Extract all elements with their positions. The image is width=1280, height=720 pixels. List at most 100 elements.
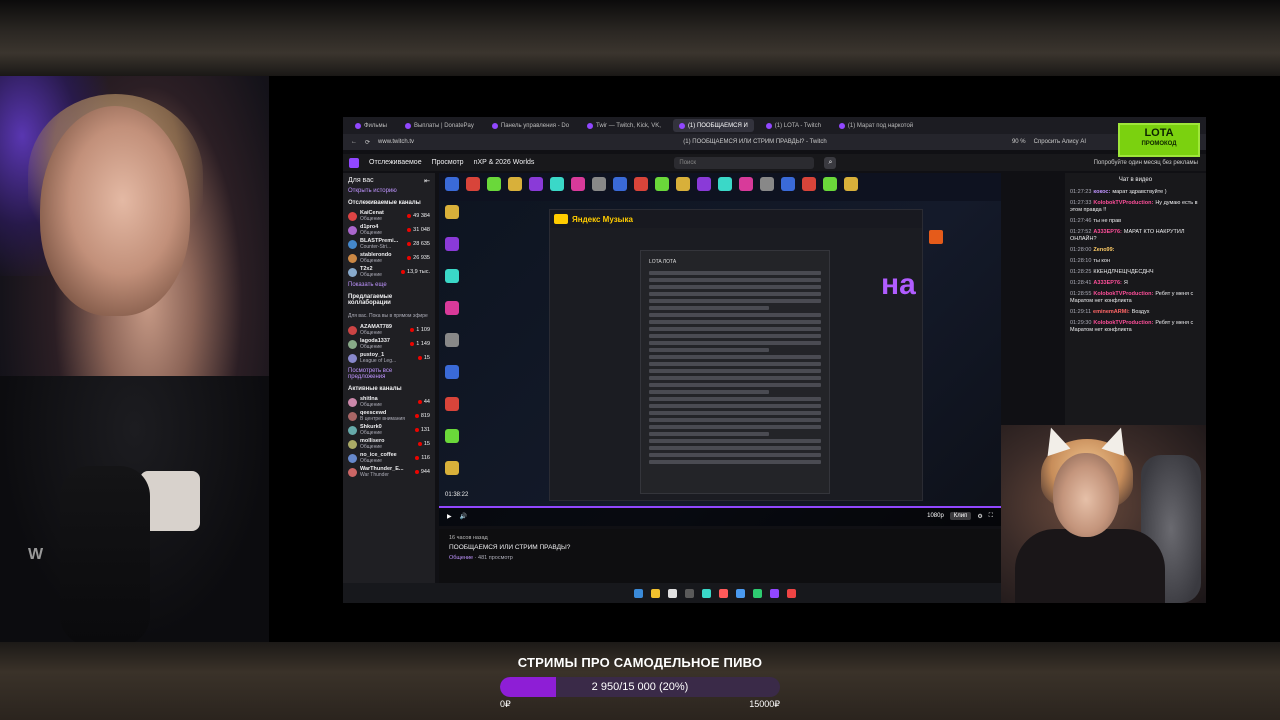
reload-icon[interactable]: ⟳ (365, 139, 370, 146)
desktop-app-icon[interactable] (697, 177, 711, 191)
browser-tab[interactable]: (1) Марат под наркотой (833, 119, 919, 132)
browser-tab[interactable]: Выплаты | DonatePay (399, 119, 480, 132)
desktop-app-icon[interactable] (445, 365, 459, 379)
video-player[interactable]: Яндекс Музыка LOTA ЛОТА на 01:38:22 ▶ 🔊 … (439, 173, 1001, 526)
browser-tab[interactable]: Фильмы (349, 119, 393, 132)
volume-icon[interactable]: 🔊 (460, 513, 467, 520)
yandex-music-icon (554, 214, 568, 224)
settings-icon[interactable]: ⚙ (977, 513, 982, 520)
desktop-app-icon[interactable] (550, 177, 564, 191)
zoom-level[interactable]: 90 % (1012, 139, 1026, 145)
desktop-app-icon[interactable] (445, 461, 459, 475)
ask-alice-button[interactable]: Спросить Алису AI (1034, 139, 1086, 145)
taskbar-app-icon[interactable] (786, 588, 796, 598)
chat-username[interactable]: кокос: (1093, 189, 1110, 195)
desktop-app-icon[interactable] (802, 177, 816, 191)
desktop-app-icon[interactable] (529, 177, 543, 191)
browser-tab[interactable]: (1) ПООБЩАЕМСЯ И (672, 119, 754, 132)
taskbar-app-icon[interactable] (752, 588, 762, 598)
sidebar-channel[interactable]: pustoy_1 League of Leg... 15 (348, 351, 430, 365)
quality-badge[interactable]: 1080p (927, 513, 944, 519)
chat-username[interactable]: Zeno99: (1093, 247, 1114, 253)
prime-offer[interactable]: Попробуйте один месяц без рекламы (1094, 160, 1206, 166)
sidebar-channel[interactable]: lagoda1337 Общение 1 149 (348, 337, 430, 351)
sidebar-channel[interactable]: mollisero Общение 15 (348, 437, 430, 451)
desktop-app-icon[interactable] (445, 205, 459, 219)
sidebar-channel[interactable]: d1pro4 Общение 31 048 (348, 223, 430, 237)
desktop-app-icon[interactable] (655, 177, 669, 191)
desktop-app-icon[interactable] (844, 177, 858, 191)
desktop-app-icon[interactable] (445, 269, 459, 283)
url-field[interactable]: www.twitch.tv (378, 139, 498, 145)
browser-tab[interactable]: Twir — Twitch, Kick, VK, (581, 119, 667, 132)
taskbar-app-icon[interactable] (684, 588, 694, 598)
desktop-app-icon[interactable] (634, 177, 648, 191)
taskbar-app-icon[interactable] (650, 588, 660, 598)
desktop-app-icon[interactable] (613, 177, 627, 191)
video-progress-bar[interactable] (439, 506, 1001, 508)
fullscreen-icon[interactable]: ⛶ (989, 513, 993, 520)
taskbar-app-icon[interactable] (633, 588, 643, 598)
sidebar-channel[interactable]: BLASTPremi... Counter-Stri... 28 635 (348, 237, 430, 251)
taskbar-app-icon[interactable] (769, 588, 779, 598)
desktop-app-icon[interactable] (445, 177, 459, 191)
desktop-app-icon[interactable] (445, 397, 459, 411)
nav-following[interactable]: Отслеживаемое (369, 159, 422, 166)
view-count: 481 просмотр (478, 555, 513, 561)
desktop-app-icon[interactable] (739, 177, 753, 191)
play-icon[interactable]: ▶ (447, 513, 452, 520)
desktop-app-icon[interactable] (781, 177, 795, 191)
desktop-app-icon[interactable] (445, 301, 459, 315)
desktop-app-icon[interactable] (592, 177, 606, 191)
taskbar-app-icon[interactable] (735, 588, 745, 598)
open-history-link[interactable]: Открыть историю (348, 188, 430, 194)
chat-timestamp: 01:28:41 (1070, 280, 1092, 286)
nav-browse[interactable]: Просмотр (432, 159, 464, 166)
sidebar-channel[interactable]: KaiCenat Общение 49 384 (348, 209, 430, 223)
nav-event[interactable]: nXP & 2026 Worlds (474, 159, 535, 166)
back-icon[interactable]: ← (351, 139, 357, 145)
sidebar-channel[interactable]: shitlna Общение 44 (348, 395, 430, 409)
sidebar-channel[interactable]: no_ice_coffee Общение 116 (348, 451, 430, 465)
desktop-app-icon[interactable] (445, 333, 459, 347)
search-icon[interactable]: ⌕ (824, 156, 837, 169)
lota-promo-ad[interactable]: LOTA ПРОМОКОД (1118, 123, 1200, 157)
desktop-app-icon[interactable] (760, 177, 774, 191)
chat-username[interactable]: KolobokTVProduction: (1093, 291, 1153, 297)
taskbar-app-icon[interactable] (718, 588, 728, 598)
desktop-app-icon[interactable] (571, 177, 585, 191)
chat-username[interactable]: KolobokTVProduction: (1093, 320, 1153, 326)
sidebar-channel[interactable]: Shkurk0 Общение 131 (348, 423, 430, 437)
search-input[interactable]: Поиск (674, 156, 815, 169)
stream-category[interactable]: Общение (449, 555, 473, 561)
chat-username[interactable]: A333EP76: (1093, 280, 1121, 286)
see-all-link[interactable]: Посмотреть все предложения (348, 368, 430, 380)
desktop-app-icon[interactable] (445, 429, 459, 443)
tab-favicon-icon (765, 122, 772, 129)
desktop-app-icon[interactable] (718, 177, 732, 191)
desktop-app-icon[interactable] (445, 237, 459, 251)
desktop-app-icon[interactable] (466, 177, 480, 191)
chat-timestamp: 01:28:25 (1070, 269, 1092, 275)
taskbar-app-icon[interactable] (667, 588, 677, 598)
clip-button[interactable]: Клип (949, 512, 972, 520)
goal-title: СТРИМЫ ПРО САМОДЕЛЬНОЕ ПИВО (517, 655, 763, 670)
show-more-link[interactable]: Показать еще (348, 282, 430, 288)
desktop-app-icon[interactable] (508, 177, 522, 191)
desktop-app-icon[interactable] (487, 177, 501, 191)
taskbar-app-icon[interactable] (701, 588, 711, 598)
chat-username[interactable]: A333EP76: (1093, 229, 1121, 235)
sidebar-channel[interactable]: qeescewd В центре внимания 819 (348, 409, 430, 423)
twitch-logo-icon[interactable] (349, 157, 359, 168)
desktop-app-icon[interactable] (676, 177, 690, 191)
sidebar-channel[interactable]: WarThunder_E... War Thunder 944 (348, 465, 430, 479)
chat-username[interactable]: KolobokTVProduction: (1093, 200, 1153, 206)
sidebar-channel[interactable]: stablerondo Общение 26 935 (348, 251, 430, 265)
sidebar-channel[interactable]: AZAMAT789 Общение 1 109 (348, 323, 430, 337)
browser-tab[interactable]: (1) LOTA - Twitch (760, 119, 827, 132)
desktop-app-icon[interactable] (823, 177, 837, 191)
collapse-icon[interactable]: ⇤ (424, 177, 430, 185)
browser-tab[interactable]: Панель управления - Do (486, 119, 575, 132)
sidebar-channel[interactable]: T2x2 Общение 13,9 тыс. (348, 265, 430, 279)
chat-username[interactable]: eminemARMi: (1093, 309, 1130, 315)
